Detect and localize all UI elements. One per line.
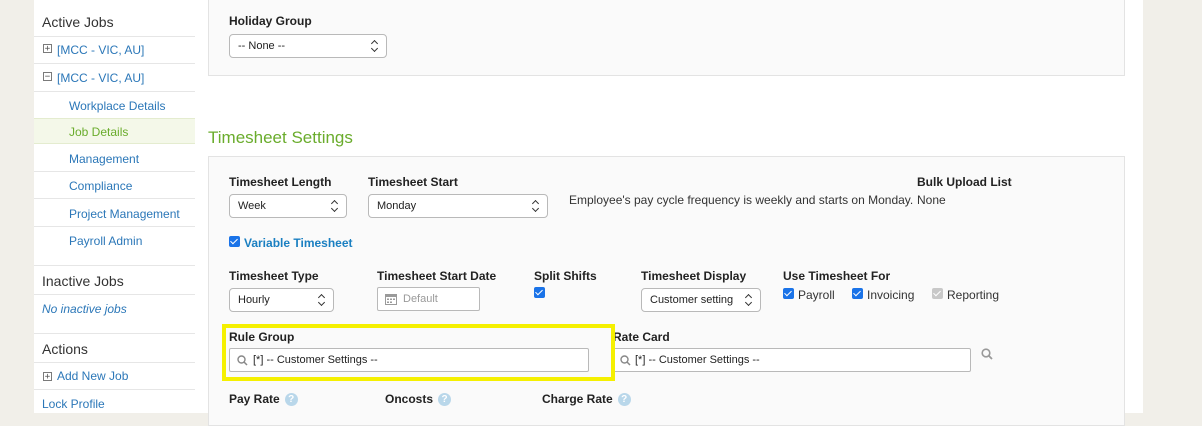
calendar-icon	[385, 294, 397, 305]
rate-card-input[interactable]: [*] -- Customer Settings --	[613, 348, 971, 372]
rule-group-highlight	[222, 324, 615, 381]
pay-rate-label: Pay Rate?	[229, 392, 298, 406]
rate-card-value: [*] -- Customer Settings --	[635, 354, 760, 366]
split-shifts-checkbox[interactable]	[534, 287, 545, 298]
help-icon[interactable]: ?	[438, 393, 452, 406]
timesheet-type-select[interactable]: Hourly	[229, 288, 334, 312]
sidebar-item-workplace-details[interactable]: Workplace Details	[69, 99, 165, 113]
divider	[34, 91, 195, 92]
timesheet-length-label: Timesheet Length	[229, 175, 332, 189]
bulk-upload-label: Bulk Upload List	[917, 175, 1012, 189]
divider	[34, 333, 195, 334]
invoicing-option-label: Invoicing	[867, 288, 915, 302]
collapse-icon[interactable]: −	[43, 72, 52, 82]
sidebar-item-job-details[interactable]: Job Details	[69, 125, 128, 139]
expand-icon[interactable]: +	[43, 44, 52, 54]
help-icon[interactable]: ?	[284, 393, 298, 406]
invoicing-checkbox[interactable]	[852, 288, 863, 299]
select-arrows-icon	[532, 199, 540, 213]
timesheet-display-select[interactable]: Customer setting	[641, 288, 761, 312]
timesheet-start-date-label: Timesheet Start Date	[377, 269, 497, 283]
timesheet-settings-title: Timesheet Settings	[208, 128, 353, 147]
divider	[34, 198, 195, 199]
select-arrows-icon	[745, 293, 753, 307]
timesheet-length-select[interactable]: Week	[229, 194, 347, 218]
select-arrows-icon	[371, 39, 379, 53]
no-inactive-jobs-text: No inactive jobs	[42, 302, 127, 316]
bulk-upload-value: None	[917, 193, 946, 207]
search-icon	[620, 355, 631, 366]
lock-profile-link[interactable]: Lock Profile	[42, 397, 105, 411]
use-timesheet-for-label: Use Timesheet For	[783, 269, 891, 283]
timesheet-type-label: Timesheet Type	[229, 269, 319, 283]
divider	[34, 36, 195, 37]
split-shifts-label: Split Shifts	[534, 269, 597, 283]
sidebar-item-project-management[interactable]: Project Management	[69, 207, 180, 221]
main-content: Holiday Group -- None -- Timesheet Setti…	[195, 0, 1143, 426]
help-icon[interactable]: ?	[617, 393, 631, 406]
oncosts-label: Oncosts?	[385, 392, 452, 406]
holiday-group-select[interactable]: -- None --	[229, 34, 387, 58]
reporting-option-label: Reporting	[947, 288, 1000, 302]
select-arrows-icon	[318, 293, 326, 307]
pay-rate-text: Pay Rate	[229, 392, 280, 406]
divider	[34, 171, 195, 172]
timesheet-start-label: Timesheet Start	[368, 175, 458, 189]
divider	[34, 362, 195, 363]
sidebar-job-link[interactable]: [MCC - VIC, AU]	[57, 43, 144, 57]
rate-card-label: Rate Card	[613, 330, 670, 344]
start-date-placeholder: Default	[403, 293, 438, 305]
holiday-panel: Holiday Group -- None --	[208, 0, 1125, 76]
timesheet-length-value: Week	[238, 200, 266, 212]
reporting-checkbox	[932, 288, 943, 299]
timesheet-panel: Timesheet Length Week Timesheet Start Mo…	[208, 156, 1125, 426]
pay-cycle-note: Employee's pay cycle frequency is weekly…	[569, 193, 914, 207]
divider	[34, 226, 195, 227]
timesheet-start-select[interactable]: Monday	[368, 194, 548, 218]
holiday-group-value: -- None --	[238, 40, 286, 52]
add-new-job-link[interactable]: Add New Job	[57, 369, 128, 383]
sidebar-item-management[interactable]: Management	[69, 152, 139, 166]
holiday-group-label: Holiday Group	[229, 14, 312, 28]
oncosts-text: Oncosts	[385, 392, 434, 406]
sidebar-job-link[interactable]: [MCC - VIC, AU]	[57, 71, 144, 85]
select-arrows-icon	[331, 199, 339, 213]
divider	[34, 294, 195, 295]
sidebar-item-compliance[interactable]: Compliance	[69, 179, 132, 193]
timesheet-start-date-input[interactable]: Default	[377, 287, 480, 311]
timesheet-start-value: Monday	[377, 200, 417, 212]
divider	[34, 265, 195, 266]
sidebar-item-payroll-admin[interactable]: Payroll Admin	[69, 234, 142, 248]
charge-rate-text: Charge Rate	[542, 392, 613, 406]
variable-timesheet-checkbox[interactable]	[229, 236, 240, 247]
timesheet-type-value: Hourly	[238, 294, 270, 306]
variable-timesheet-label[interactable]: Variable Timesheet	[244, 236, 353, 250]
sidebar: Active Jobs + [MCC - VIC, AU] − [MCC - V…	[34, 0, 196, 413]
rate-card-search-icon[interactable]	[981, 348, 993, 360]
inactive-jobs-heading: Inactive Jobs	[42, 273, 124, 289]
divider	[34, 389, 195, 390]
divider	[34, 63, 195, 64]
payroll-checkbox[interactable]	[783, 288, 794, 299]
timesheet-display-value: Customer setting	[650, 294, 734, 306]
timesheet-display-label: Timesheet Display	[641, 269, 747, 283]
actions-heading: Actions	[42, 341, 88, 357]
payroll-option-label: Payroll	[798, 288, 835, 302]
charge-rate-label: Charge Rate?	[542, 392, 631, 406]
add-icon: +	[43, 372, 52, 382]
active-jobs-heading: Active Jobs	[42, 14, 114, 30]
